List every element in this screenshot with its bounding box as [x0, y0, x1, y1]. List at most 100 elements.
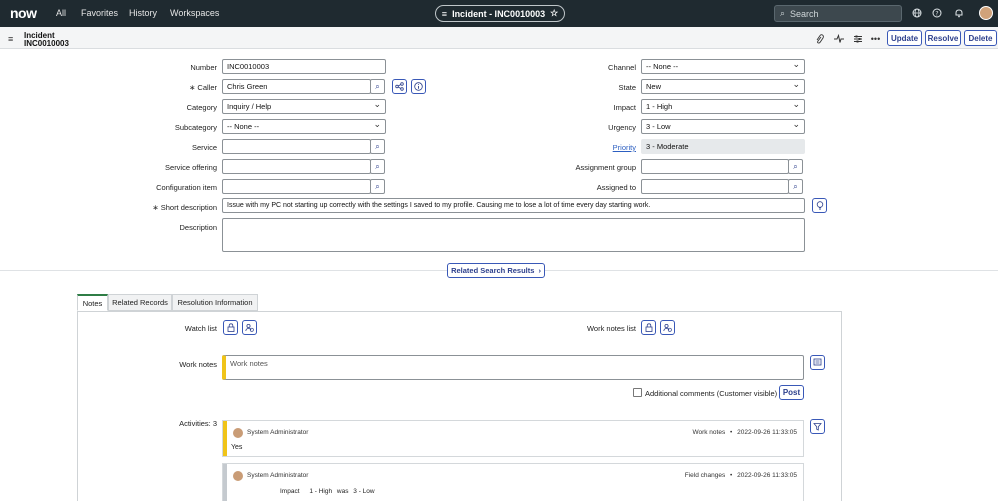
work-notes-indicator: [223, 421, 227, 456]
suggestion-button[interactable]: [812, 198, 827, 213]
lightbulb-icon: [816, 201, 823, 210]
caller-field[interactable]: Chris Green: [222, 79, 371, 94]
assigned-to-field[interactable]: [641, 179, 789, 194]
search-icon: ⌕: [375, 181, 380, 191]
search-icon: ⌕: [375, 161, 380, 171]
work-notes-input[interactable]: Work notes: [222, 355, 804, 380]
record-number: INC0010003: [24, 39, 69, 48]
nav-all[interactable]: All: [56, 8, 66, 18]
short-description-field[interactable]: Issue with my PC not starting up correct…: [222, 198, 805, 213]
caller-label-text: Caller: [197, 83, 217, 92]
caller-hierarchy-button[interactable]: [392, 79, 407, 94]
search-icon: ⌕: [793, 181, 798, 191]
star-icon[interactable]: ☆: [550, 8, 558, 19]
logo-text: now: [10, 5, 37, 21]
delete-button[interactable]: Delete: [964, 30, 997, 46]
caller-lookup-button[interactable]: ⌕: [370, 79, 385, 94]
menu-icon[interactable]: ≡: [8, 34, 13, 44]
assignment-group-field[interactable]: [641, 159, 789, 174]
channel-label: Channel: [608, 63, 636, 72]
work-notes-list-lock-button[interactable]: [641, 320, 656, 335]
subcategory-select[interactable]: -- None --: [222, 119, 386, 134]
work-notes-list-label: Work notes list: [586, 324, 636, 333]
global-search-input[interactable]: ⌕ Search: [774, 5, 902, 22]
tab-notes[interactable]: Notes: [77, 294, 108, 311]
activity-timestamp: 2022-09-26 11:33:05: [737, 472, 797, 479]
record-header: ≡ Incident INC0010003 ••• Update Resolve…: [0, 27, 998, 49]
watch-list-lock-button[interactable]: [223, 320, 238, 335]
bell-icon[interactable]: [953, 7, 965, 19]
watch-list-add-me-button[interactable]: [242, 320, 257, 335]
nav-history[interactable]: History: [129, 8, 157, 18]
configuration-item-lookup-button[interactable]: ⌕: [370, 179, 385, 194]
changed-field-old-value: 3 - Low: [353, 488, 375, 495]
search-icon: ⌕: [780, 8, 786, 18]
more-options-icon[interactable]: •••: [870, 33, 881, 44]
lock-icon: [227, 323, 234, 332]
additional-comments-label: Additional comments (Customer visible): [645, 389, 778, 398]
add-user-icon: [245, 323, 254, 332]
number-label: Number: [190, 63, 217, 72]
required-asterisk-icon: ∗: [189, 83, 196, 92]
activity-stream-icon[interactable]: [833, 33, 844, 44]
number-field[interactable]: INC0010003: [222, 59, 386, 74]
settings-sliders-icon[interactable]: [852, 33, 863, 44]
filter-icon: [813, 423, 822, 431]
configuration-item-label: Configuration item: [156, 183, 217, 192]
caller-info-button[interactable]: [411, 79, 426, 94]
service-lookup-button[interactable]: ⌕: [370, 139, 385, 154]
user-avatar[interactable]: [979, 6, 993, 20]
resolve-button[interactable]: Resolve: [925, 30, 961, 46]
description-textarea[interactable]: [222, 218, 805, 252]
description-label: Description: [179, 223, 217, 232]
search-icon: ⌕: [375, 81, 380, 91]
notes-icon: [813, 358, 822, 366]
tab-resolution-information[interactable]: Resolution Information: [172, 294, 258, 311]
help-icon[interactable]: ?: [931, 7, 943, 19]
state-select[interactable]: New: [641, 79, 805, 94]
activity-user: System Administrator: [247, 472, 309, 479]
globe-icon[interactable]: [911, 7, 923, 19]
service-label: Service: [191, 143, 217, 152]
field-change-row: Impact 1 - High was 3 - Low: [280, 488, 375, 495]
record-title-text: Incident - INC0010003: [452, 8, 546, 19]
update-button[interactable]: Update: [887, 30, 922, 46]
urgency-select[interactable]: 3 - Low: [641, 119, 805, 134]
activity-meta: Field changes • 2022-09-26 11:33:05: [685, 472, 797, 479]
work-notes-list-add-me-button[interactable]: [660, 320, 675, 335]
related-search-results-button[interactable]: Related Search Results ›: [447, 263, 545, 278]
search-icon: ⌕: [375, 141, 380, 151]
category-select[interactable]: Inquiry / Help: [222, 99, 386, 114]
svg-text:?: ?: [935, 11, 938, 18]
nav-favorites[interactable]: Favorites: [81, 8, 118, 18]
now-logo[interactable]: now: [10, 5, 37, 21]
service-field[interactable]: [222, 139, 371, 154]
search-placeholder: Search: [790, 8, 819, 19]
additional-comments-checkbox[interactable]: [633, 388, 642, 397]
avatar: [233, 428, 243, 438]
tab-related-records[interactable]: Related Records: [108, 294, 172, 311]
activity-type: Work notes: [692, 429, 726, 436]
assigned-to-lookup-button[interactable]: ⌕: [788, 179, 803, 194]
service-offering-lookup-button[interactable]: ⌕: [370, 159, 385, 174]
record-title-pill[interactable]: ≡ Incident - INC0010003 ☆: [435, 5, 565, 22]
list-icon: ≡: [441, 8, 448, 19]
avatar: [233, 471, 243, 481]
assignment-group-label: Assignment group: [575, 163, 636, 172]
nav-workspaces[interactable]: Workspaces: [170, 8, 219, 18]
activity-filter-button[interactable]: [810, 419, 825, 434]
priority-link[interactable]: Priority: [540, 143, 636, 152]
impact-select[interactable]: 1 - High: [641, 99, 805, 114]
post-button[interactable]: Post: [779, 385, 804, 400]
assignment-group-lookup-button[interactable]: ⌕: [788, 159, 803, 174]
channel-select[interactable]: -- None --: [641, 59, 805, 74]
activity-timestamp: 2022-09-26 11:33:05: [737, 429, 797, 436]
attachment-icon[interactable]: [814, 33, 825, 44]
caller-label: ∗ Caller: [120, 83, 217, 92]
activities-label: Activities: 3: [179, 419, 217, 428]
work-notes-template-button[interactable]: [810, 355, 825, 370]
field-changes-indicator: [223, 464, 227, 501]
service-offering-field[interactable]: [222, 159, 371, 174]
configuration-item-field[interactable]: [222, 179, 371, 194]
add-user-icon: [663, 323, 672, 332]
